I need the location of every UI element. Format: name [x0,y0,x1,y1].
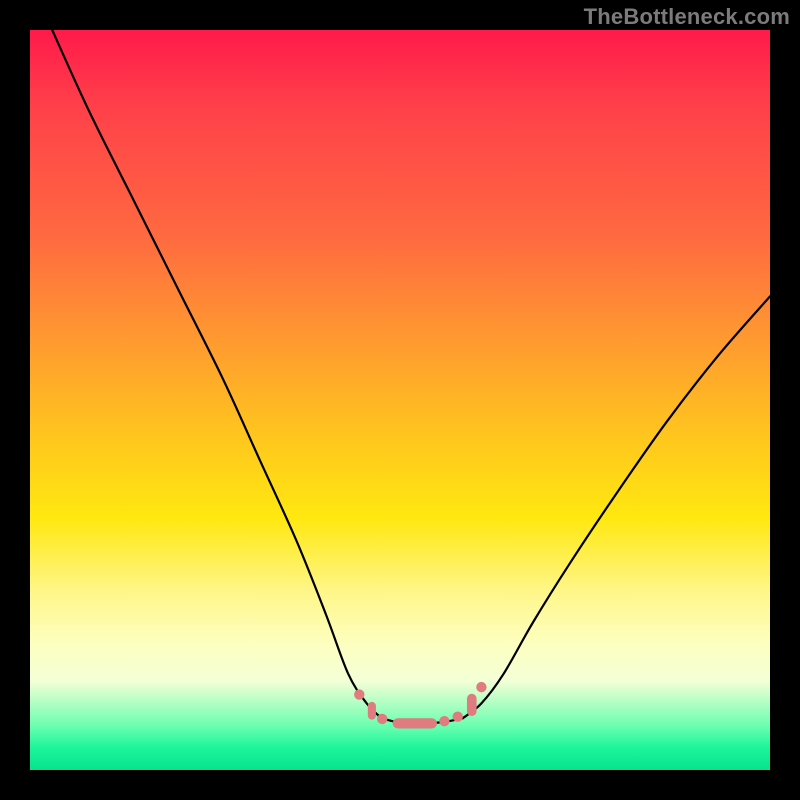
marker-dot [453,712,463,722]
marker-lozenge [368,702,376,720]
curve-markers [354,682,487,729]
marker-dot [439,716,449,726]
chart-frame: TheBottleneck.com [0,0,800,800]
marker-dot [354,689,364,699]
marker-lozenge [393,718,437,728]
chart-svg [30,30,770,770]
watermark-text: TheBottleneck.com [584,4,790,30]
plot-area [30,30,770,770]
curve-right-branch [463,296,770,718]
marker-dot [476,682,486,692]
marker-lozenge [467,694,477,716]
marker-dot [377,714,387,724]
curve-left-branch [52,30,381,718]
